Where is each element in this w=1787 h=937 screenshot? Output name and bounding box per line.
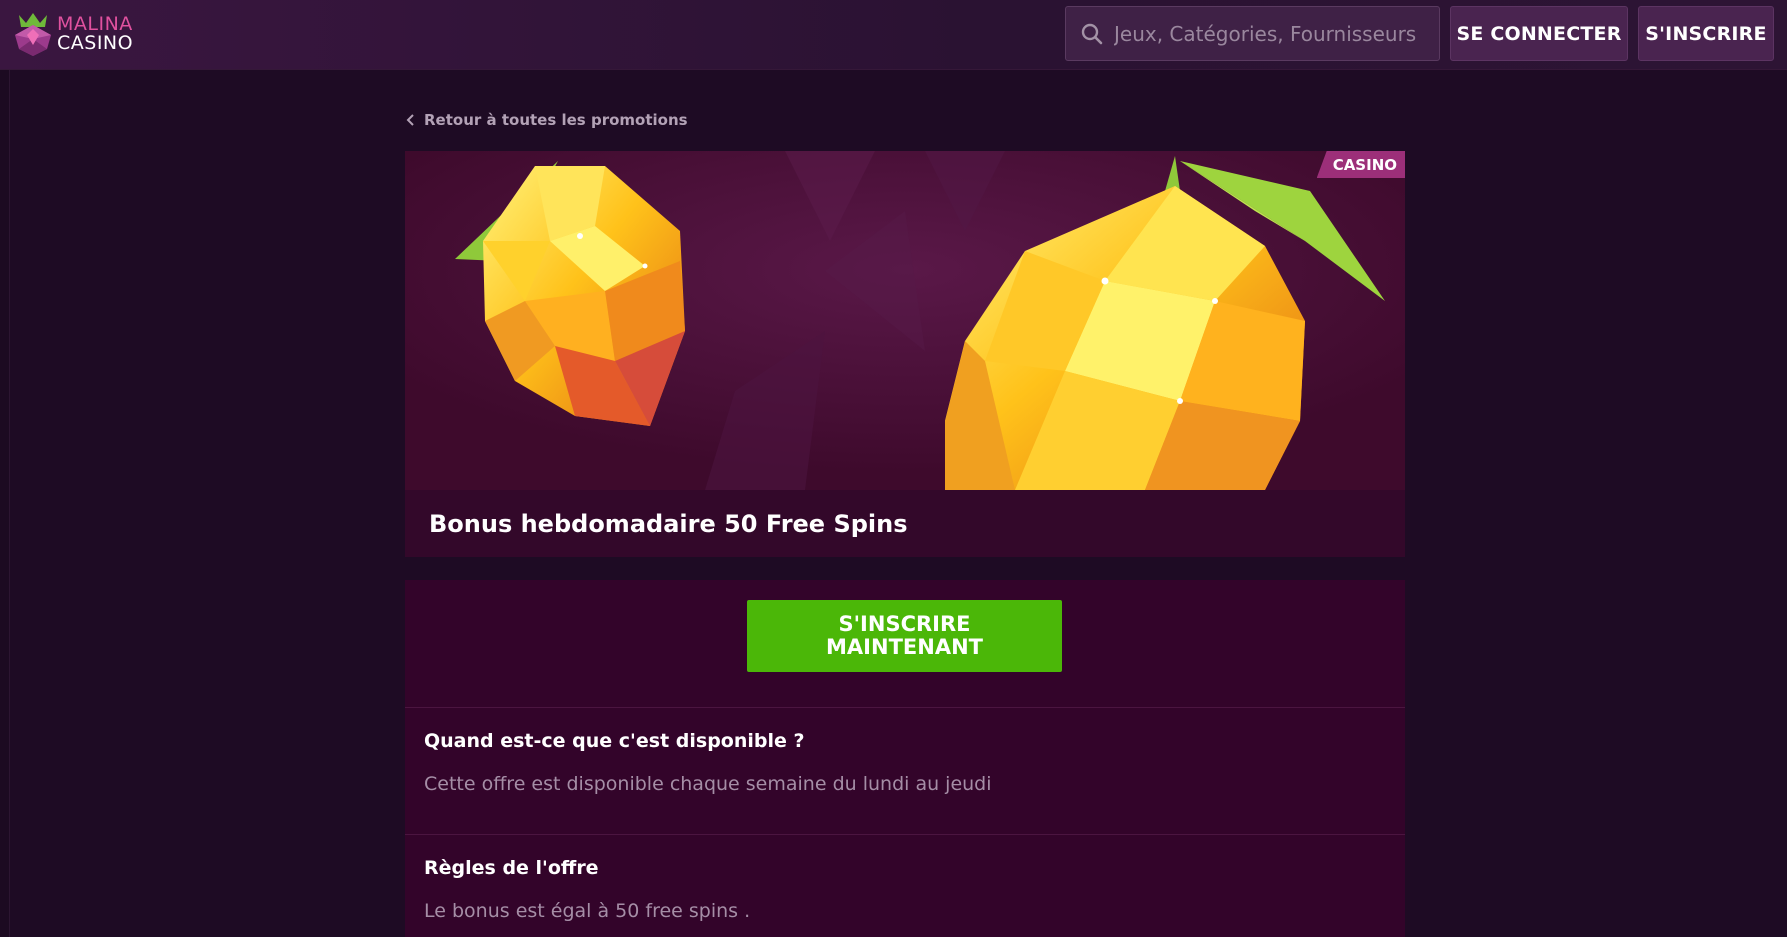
section-divider [405,834,1405,835]
logo-wordmark: MALINA CASINO [57,15,133,53]
register-button[interactable]: S'INSCRIRE [1638,6,1774,61]
back-to-promotions-link[interactable]: Retour à toutes les promotions [405,111,688,129]
gem-fruits-illustration [405,151,1405,490]
search-icon [1081,23,1103,44]
promo-banner-image: CASINO [405,151,1405,490]
chevron-left-icon [406,114,414,126]
search-input[interactable] [1112,20,1432,47]
category-tag: CASINO [1316,151,1405,178]
login-button[interactable]: SE CONNECTER [1450,6,1628,61]
logo-line-casino: CASINO [57,32,134,54]
section-text-availability: Cette offre est disponible chaque semain… [424,773,992,795]
register-now-button[interactable]: S'INSCRIRE MAINTENANT [747,600,1062,672]
malina-casino-logo[interactable]: MALINA CASINO [13,11,133,57]
section-divider [405,707,1405,708]
section-text-rules: Le bonus est égal à 50 free spins . [424,900,751,922]
promo-title: Bonus hebdomadaire 50 Free Spins [405,490,1405,557]
section-heading-availability: Quand est-ce que c'est disponible ? [424,730,805,752]
section-heading-rules: Règles de l'offre [424,857,599,879]
back-link-label: Retour à toutes les promotions [424,111,688,129]
left-rail [0,70,10,937]
search-box[interactable] [1065,6,1440,61]
top-header: MALINA CASINO SE CONNECTER S'INSCRIRE [0,0,1787,70]
promo-details-card: S'INSCRIRE MAINTENANT Quand est-ce que c… [405,580,1405,937]
malina-logo-icon [15,13,51,56]
